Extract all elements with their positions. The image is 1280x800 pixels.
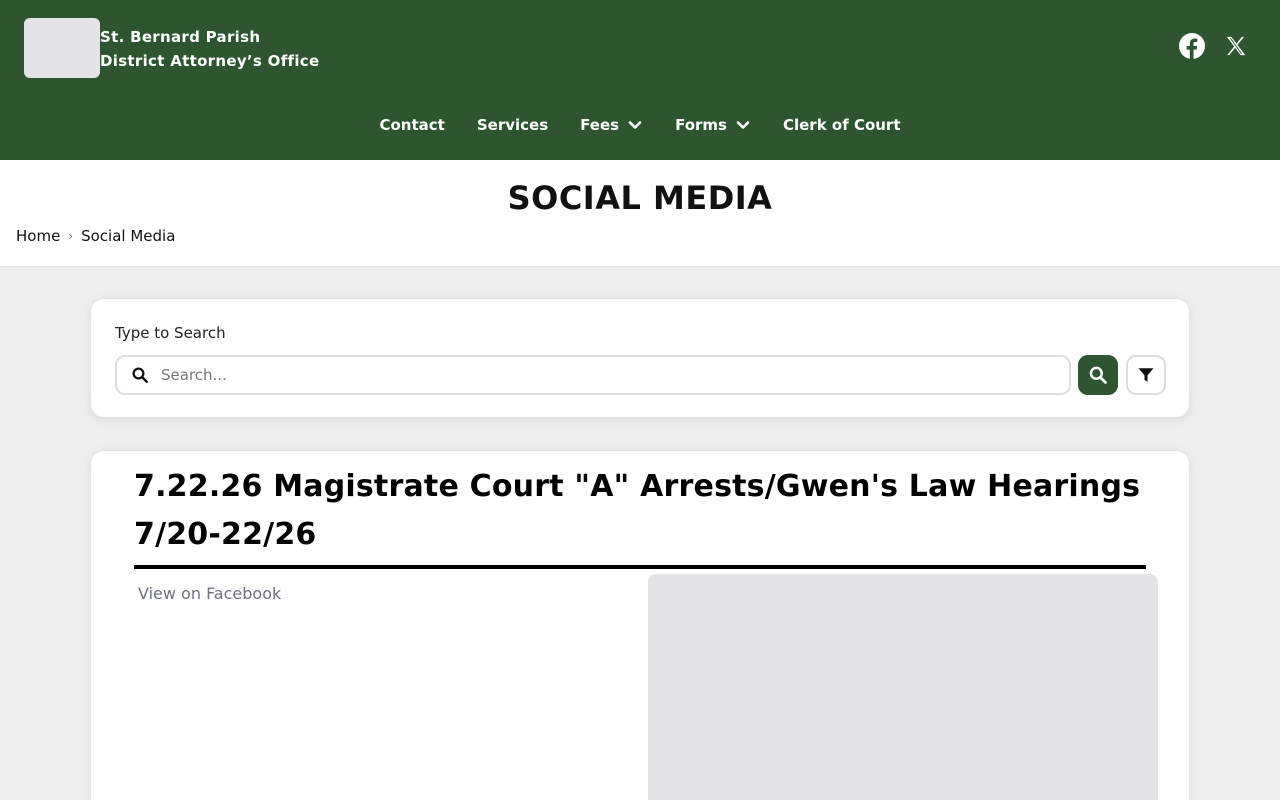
- chevron-down-icon: [736, 121, 750, 129]
- page-title-band: SOCIAL MEDIA Home › Social Media: [0, 160, 1280, 267]
- nav-forms[interactable]: Forms: [659, 106, 767, 144]
- nav-label: Services: [476, 116, 549, 134]
- brand-line-1: St. Bernard Parish: [100, 28, 261, 46]
- site-logo[interactable]: [24, 18, 100, 78]
- search-icon: [132, 367, 148, 383]
- search-button[interactable]: [1078, 355, 1118, 395]
- breadcrumb-home[interactable]: Home: [16, 227, 60, 245]
- page-title: SOCIAL MEDIA: [507, 179, 773, 217]
- view-on-facebook-link[interactable]: View on Facebook: [138, 584, 281, 603]
- chevron-down-icon: [628, 121, 642, 129]
- search-field[interactable]: [115, 355, 1071, 395]
- post-title: 7.22.26 Magistrate Court "A" Arrests/Gwe…: [134, 463, 1146, 569]
- search-icon: [1089, 366, 1107, 384]
- nav-label: Forms: [675, 116, 727, 134]
- nav-contact[interactable]: Contact: [363, 106, 460, 144]
- search-card: Type to Search: [90, 298, 1190, 418]
- facebook-link[interactable]: [1176, 30, 1208, 62]
- nav-services[interactable]: Services: [461, 106, 564, 144]
- post-card: 7.22.26 Magistrate Court "A" Arrests/Gwe…: [90, 450, 1190, 800]
- chevron-right-icon: ›: [68, 229, 74, 243]
- filter-icon: [1138, 368, 1154, 382]
- breadcrumb: Home › Social Media: [16, 227, 175, 245]
- facebook-icon: [1179, 33, 1205, 59]
- x-icon: [1226, 36, 1246, 56]
- nav-label: Contact: [379, 116, 445, 134]
- nav-label: Clerk of Court: [782, 116, 901, 134]
- filter-button[interactable]: [1126, 355, 1166, 395]
- brand-line-2: District Attorney’s Office: [100, 52, 320, 70]
- nav-label: Fees: [580, 116, 620, 134]
- site-header: St. Bernard Parish District Attorney’s O…: [0, 0, 1280, 160]
- breadcrumb-current: Social Media: [81, 227, 176, 245]
- search-input[interactable]: [161, 366, 1021, 384]
- search-label: Type to Search: [115, 324, 226, 342]
- post-image: [648, 574, 1158, 800]
- x-twitter-link[interactable]: [1220, 30, 1252, 62]
- nav-fees[interactable]: Fees: [564, 106, 659, 144]
- site-brand[interactable]: St. Bernard Parish District Attorney’s O…: [100, 25, 319, 73]
- main-nav: Contact Services Fees Forms Clerk of Cou…: [0, 106, 1280, 144]
- nav-clerk-of-court[interactable]: Clerk of Court: [767, 106, 917, 144]
